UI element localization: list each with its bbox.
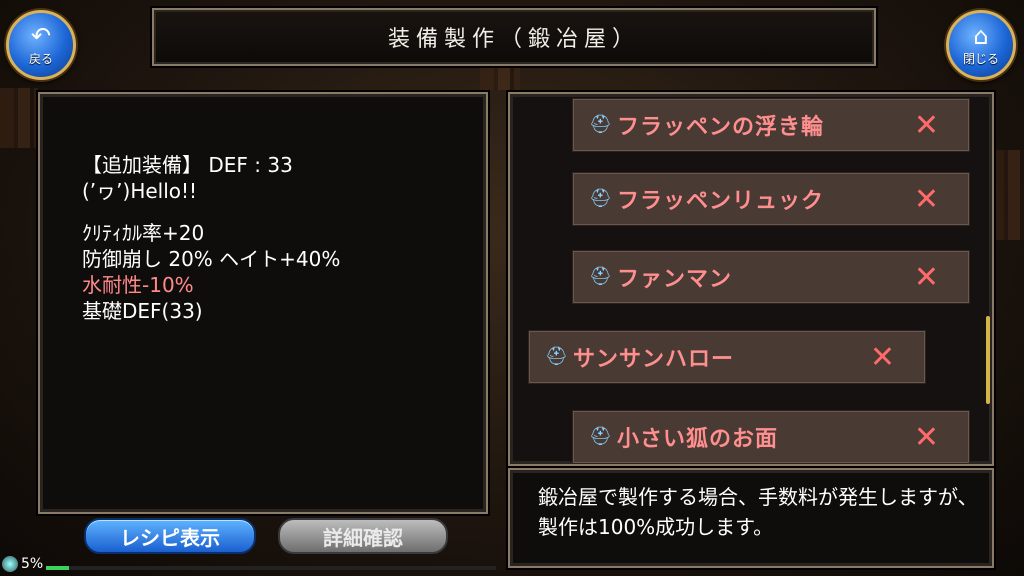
equipment-comment-line: (’ヮ’)Hello!! [82, 179, 198, 203]
recipe-list-panel[interactable]: ⛑ フラッペンの浮き輪 ✕ ⛑ フラッペンリュック ✕ ⛑ ファンマン ✕ ⛑ … [508, 92, 994, 466]
hat-icon: ⛑ [589, 426, 612, 447]
list-item[interactable]: ⛑ フラッペンの浮き輪 ✕ [572, 98, 970, 152]
progress-bar [46, 566, 496, 570]
info-panel: 鍛冶屋で製作する場合、手数料が発生しますが、製作は100%成功します。 [508, 468, 994, 568]
list-item[interactable]: ⛑ フラッペンリュック ✕ [572, 172, 970, 226]
list-item[interactable]: ⛑ ファンマン ✕ [572, 250, 970, 304]
detail-confirm-button[interactable]: 詳細確認 [278, 518, 448, 554]
home-icon: ⌂ [973, 21, 989, 50]
item-name: サンサンハロー [573, 347, 735, 372]
stat-base-def: 基礎DEF(33) [82, 299, 203, 323]
hat-icon: ⛑ [589, 188, 612, 209]
status-indicator: 5% [2, 556, 43, 572]
stat-water-resist: 水耐性-10% [82, 273, 194, 297]
close-button-label: 閉じる [962, 51, 999, 66]
list-scrollbar[interactable] [986, 316, 990, 404]
item-name: ファンマン [617, 267, 733, 292]
bookshelf-left [0, 88, 38, 148]
status-percent: 5% [21, 556, 44, 572]
hat-icon: ⛑ [545, 346, 568, 367]
status-icon [2, 556, 18, 572]
recipe-view-button[interactable]: レシピ表示 [84, 518, 256, 554]
back-button-label: 戻る [28, 51, 53, 66]
progress-fill [46, 566, 69, 570]
hat-icon: ⛑ [589, 114, 612, 135]
stat-break-hate: 防御崩し 20% ヘイト+40% [82, 247, 341, 271]
info-text: 鍛冶屋で製作する場合、手数料が発生しますが、製作は100%成功します。 [538, 485, 978, 539]
equipment-def-line: 【追加装備】 DEF : 33 [82, 153, 293, 177]
close-icon: ✕ [869, 339, 895, 375]
stat-crit: ｸﾘﾃｨｶﾙ率+20 [82, 221, 205, 245]
close-icon: ✕ [913, 259, 939, 295]
equipment-detail-text: 【追加装備】 DEF : 33 (’ヮ’)Hello!! ｸﾘﾃｨｶﾙ率+20 … [82, 152, 340, 324]
back-button[interactable]: ↶ 戻る [6, 10, 76, 80]
equipment-detail-panel: 【追加装備】 DEF : 33 (’ヮ’)Hello!! ｸﾘﾃｨｶﾙ率+20 … [38, 92, 488, 514]
close-icon: ✕ [913, 419, 939, 455]
list-item-selected[interactable]: ⛑ サンサンハロー ✕ [528, 330, 926, 384]
item-name: 小さい狐のお面 [617, 427, 779, 452]
page-title: 装備製作（鍛冶屋） [152, 8, 876, 66]
item-name: フラッペンの浮き輪 [617, 115, 825, 140]
hat-icon: ⛑ [589, 266, 612, 287]
bookshelf-right [990, 150, 1024, 240]
back-arrow-icon: ↶ [30, 21, 52, 50]
close-icon: ✕ [913, 107, 939, 143]
close-button[interactable]: ⌂ 閉じる [946, 10, 1016, 80]
list-item[interactable]: ⛑ 小さい狐のお面 ✕ [572, 410, 970, 464]
close-icon: ✕ [913, 181, 939, 217]
item-name: フラッペンリュック [617, 189, 825, 214]
